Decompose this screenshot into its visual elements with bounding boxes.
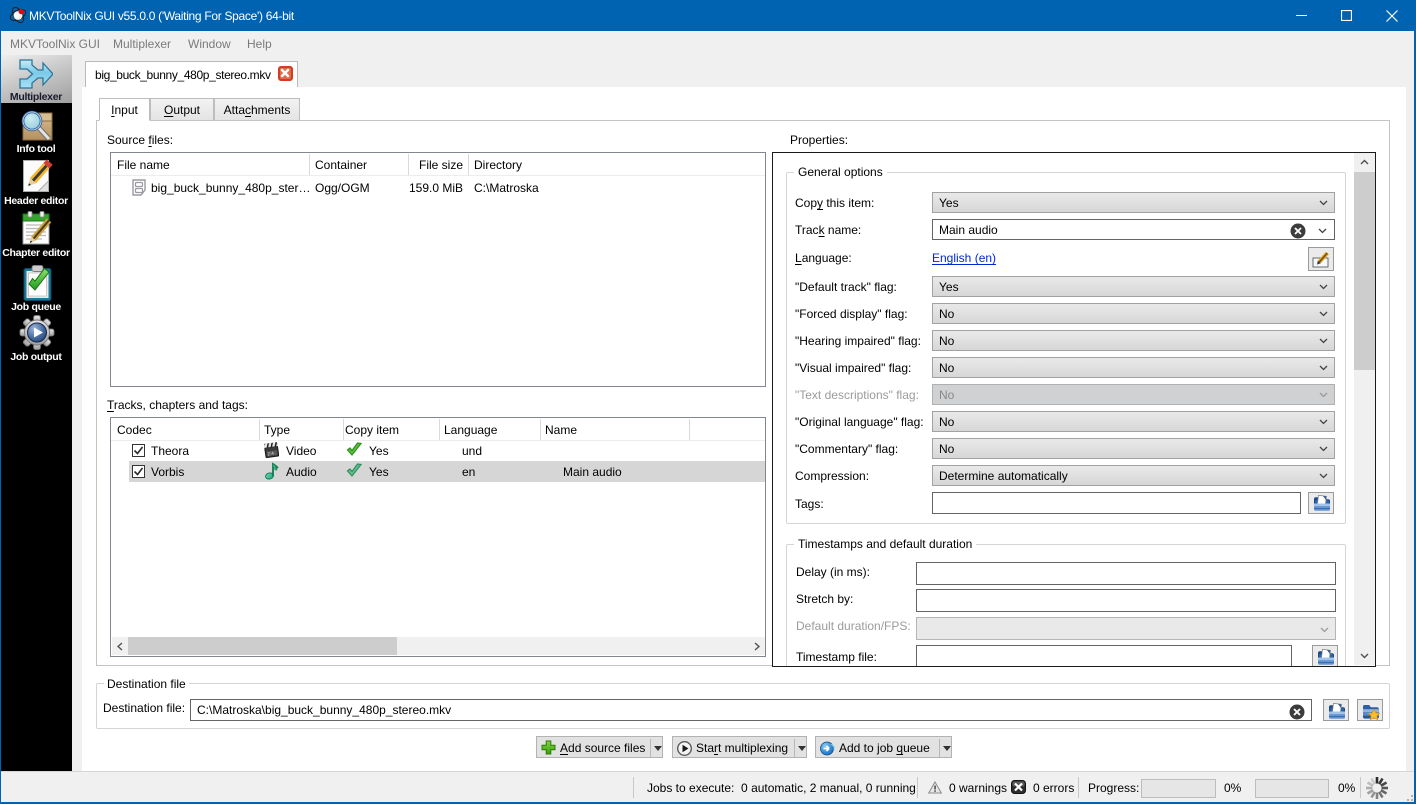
- svg-text:2:4: 2:4: [267, 451, 274, 457]
